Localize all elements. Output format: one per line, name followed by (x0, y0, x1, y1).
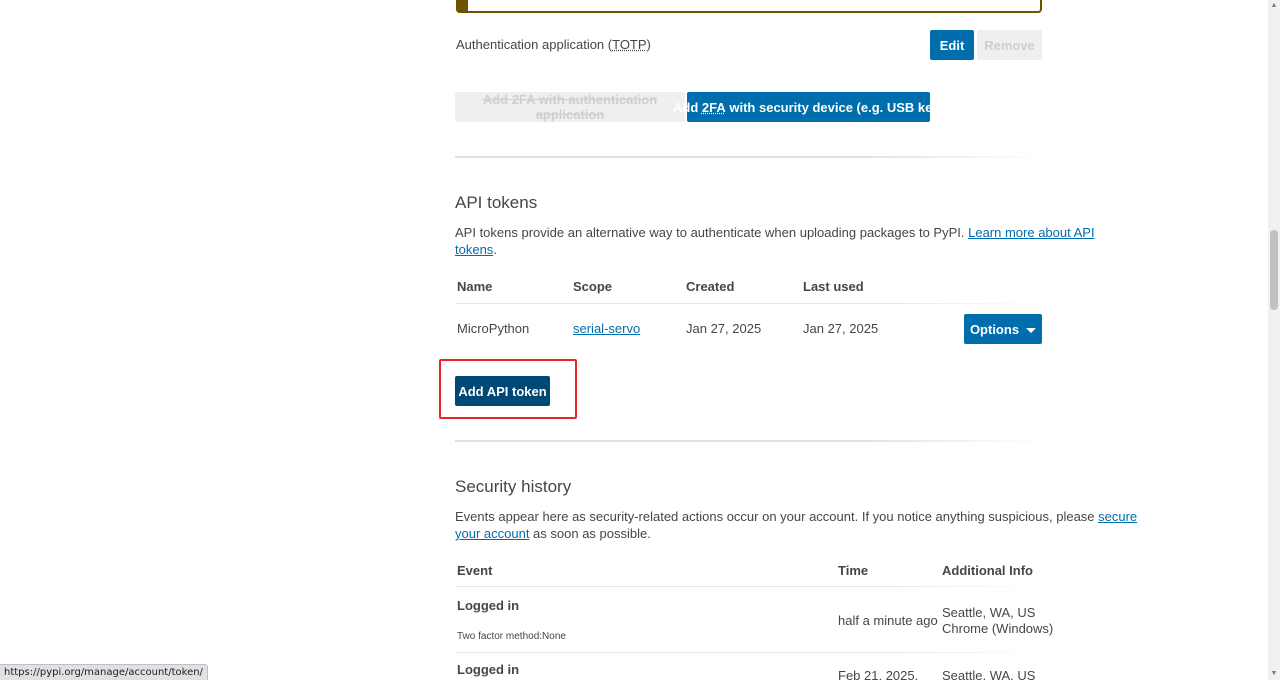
column-header-time: Time (838, 563, 869, 578)
learn-more-api-tokens-link[interactable]: Learn more about API (968, 225, 1094, 240)
security-history-description-line2: your account as soon as possible. (455, 526, 651, 541)
column-header-name: Name (457, 279, 493, 294)
token-name: MicroPython (457, 321, 530, 336)
column-header-scope: Scope (573, 279, 613, 294)
scroll-down-arrow-icon[interactable]: ▼ (1270, 670, 1278, 678)
totp-abbr: TOTP (612, 37, 647, 52)
history-row-border (455, 652, 1042, 653)
token-options-button[interactable]: Options (964, 314, 1042, 344)
column-header-created: Created (686, 279, 735, 294)
totp-method-label: Authentication application (TOTP) (456, 37, 651, 52)
api-tokens-description: API tokens provide an alternative way to… (455, 225, 1095, 240)
callout-stripe (456, 0, 468, 13)
page-scrollbar[interactable] (1268, 0, 1280, 680)
scroll-up-arrow-icon[interactable]: ▲ (1270, 2, 1278, 10)
annotation-highlight-box (439, 359, 577, 419)
event-time: Feb 21, 2025, (838, 668, 919, 680)
event-name: Logged in (457, 662, 520, 677)
event-location: Seattle, WA, US (942, 668, 1036, 680)
add-2fa-device-button[interactable]: Add 2FA with security device (e.g. USB k… (673, 92, 944, 122)
column-header-additional-info: Additional Info (942, 563, 1033, 578)
event-location: Seattle, WA, US (942, 605, 1036, 620)
learn-more-api-tokens-link-cont[interactable]: tokens (455, 242, 493, 257)
api-tokens-heading: API tokens (455, 193, 538, 212)
event-name: Logged in (457, 598, 520, 613)
scrollbar-thumb[interactable] (1270, 230, 1278, 310)
section-divider (455, 156, 1042, 158)
add-2fa-app-button[interactable]: Add 2FA with authentication application (455, 92, 685, 122)
event-time: half a minute ago (838, 613, 938, 628)
security-history-heading: Security history (455, 477, 572, 496)
column-header-last-used: Last used (803, 279, 864, 294)
chevron-down-icon (1026, 327, 1037, 333)
recovery-codes-callout (456, 0, 1042, 13)
event-browser: Chrome (Windows) (942, 621, 1054, 636)
remove-totp-button[interactable]: Remove (977, 30, 1042, 60)
section-divider-2 (455, 440, 1042, 442)
column-header-event: Event (457, 563, 493, 578)
event-detail: Two factor method:None (457, 631, 566, 642)
security-history-description: Events appear here as security-related a… (455, 509, 1138, 524)
secure-account-link-cont[interactable]: your account (455, 526, 529, 541)
secure-account-link[interactable]: secure (1098, 509, 1137, 524)
token-created: Jan 27, 2025 (686, 321, 762, 336)
token-last-used: Jan 27, 2025 (803, 321, 879, 336)
token-scope-link[interactable]: serial-servo (573, 321, 640, 336)
history-header-border (455, 586, 1042, 587)
table-header-border (455, 303, 1042, 304)
edit-totp-button[interactable]: Edit (930, 30, 974, 60)
api-tokens-description-line2: tokens. (455, 242, 497, 257)
browser-status-url: https://pypi.org/manage/account/token/ (0, 664, 208, 680)
